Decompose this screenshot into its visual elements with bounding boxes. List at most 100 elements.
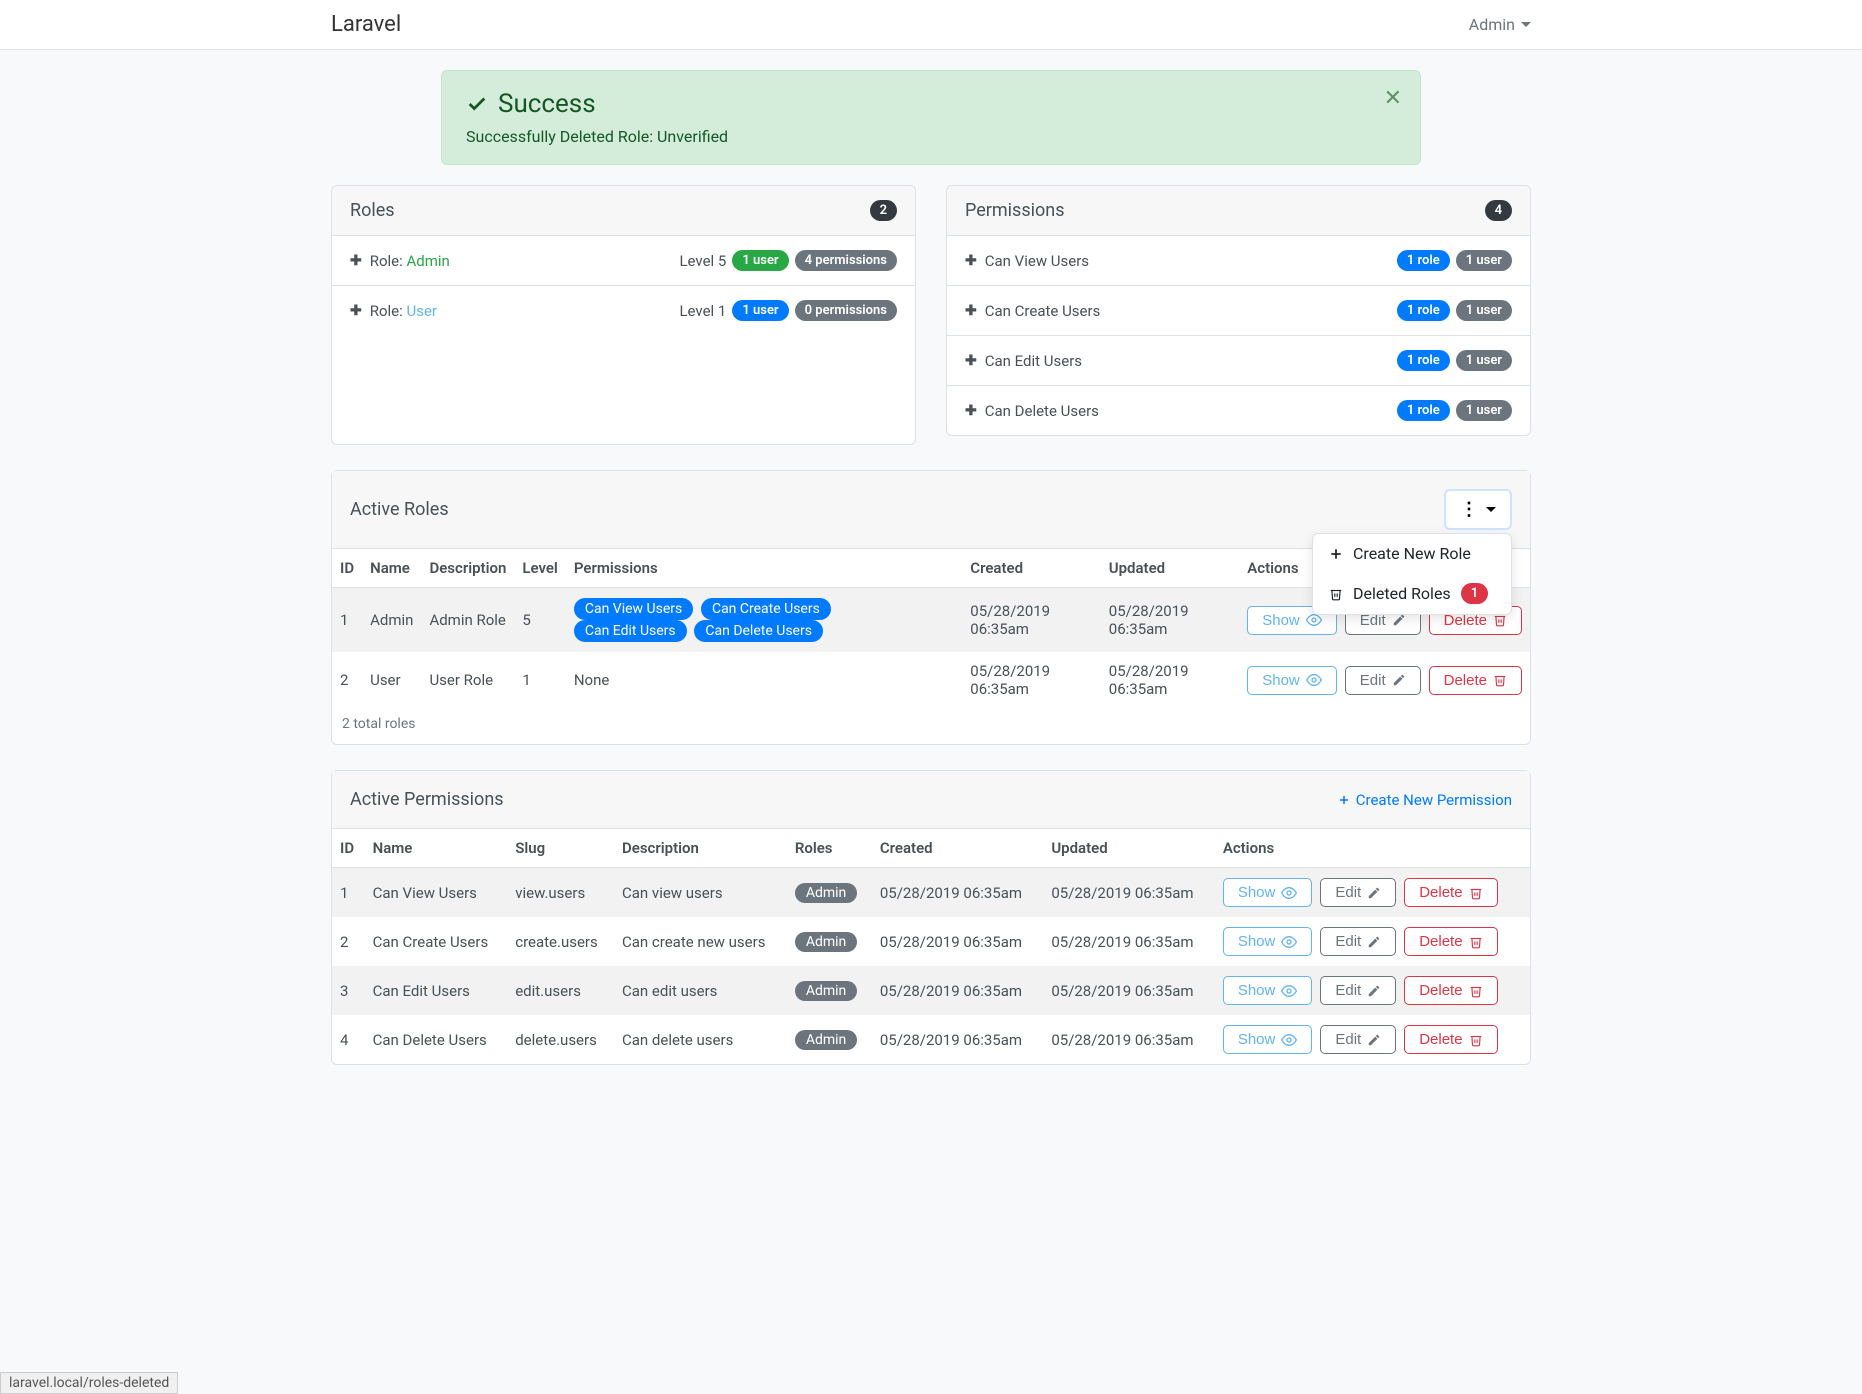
column-header: Updated bbox=[1043, 829, 1214, 868]
cell-role: Admin bbox=[787, 966, 872, 1015]
deleted-roles-label: Deleted Roles bbox=[1353, 584, 1451, 603]
cell-created: 05/28/2019 06:35am bbox=[872, 966, 1043, 1015]
delete-button[interactable]: Delete bbox=[1404, 1025, 1497, 1054]
deleted-roles-count: 1 bbox=[1461, 583, 1488, 604]
roles-dropdown-menu: Create New Role Deleted Roles 1 bbox=[1312, 533, 1512, 615]
cell-perms: None bbox=[566, 652, 962, 708]
role-pill[interactable]: Admin bbox=[795, 883, 857, 903]
cell-name: Can Create Users bbox=[365, 917, 508, 966]
kebab-icon bbox=[1460, 499, 1478, 520]
create-role-label: Create New Role bbox=[1353, 544, 1471, 563]
role-pill[interactable]: Admin bbox=[795, 981, 857, 1001]
cell-id: 2 bbox=[332, 652, 362, 708]
cell-id: 1 bbox=[332, 868, 365, 918]
active-roles-section: Active Roles Create New Role Deleted Rol… bbox=[331, 470, 1531, 745]
edit-button[interactable]: Edit bbox=[1320, 976, 1396, 1005]
create-permission-label: Create New Permission bbox=[1356, 791, 1512, 809]
delete-button[interactable]: Delete bbox=[1404, 976, 1497, 1005]
permission-pill[interactable]: Can Edit Users bbox=[574, 620, 687, 642]
delete-button[interactable]: Delete bbox=[1404, 878, 1497, 907]
edit-button[interactable]: Edit bbox=[1345, 666, 1421, 695]
roles-card-title: Roles bbox=[350, 200, 395, 221]
roles-actions-menu-button[interactable] bbox=[1444, 489, 1512, 530]
permissions-card-title: Permissions bbox=[965, 200, 1065, 221]
eye-icon bbox=[1281, 983, 1297, 999]
eye-icon bbox=[1306, 672, 1322, 688]
column-header: Created bbox=[962, 549, 1100, 588]
cell-name: Can View Users bbox=[365, 868, 508, 918]
cell-created: 05/28/2019 06:35am bbox=[962, 652, 1100, 708]
create-new-role-item[interactable]: Create New Role bbox=[1313, 534, 1511, 573]
perm-roles-badge: 1 role bbox=[1397, 250, 1450, 271]
show-button[interactable]: Show bbox=[1223, 976, 1313, 1005]
column-header: Name bbox=[362, 549, 421, 588]
show-button[interactable]: Show bbox=[1247, 666, 1337, 695]
cell-slug: edit.users bbox=[507, 966, 614, 1015]
roles-footer: 2 total roles bbox=[332, 708, 1530, 744]
active-permissions-title: Active Permissions bbox=[350, 789, 504, 810]
roles-count-badge: 2 bbox=[870, 200, 897, 221]
trash-icon bbox=[1493, 673, 1507, 687]
plus-icon: ✚ bbox=[965, 253, 977, 269]
cell-updated: 05/28/2019 06:35am bbox=[1043, 966, 1214, 1015]
alert-close-button[interactable]: ✕ bbox=[1384, 85, 1402, 111]
permission-list-item[interactable]: ✚Can Edit Users 1 role 1 user bbox=[947, 336, 1530, 386]
permission-pill[interactable]: Can Delete Users bbox=[694, 620, 823, 642]
table-row: 3 Can Edit Users edit.users Can edit use… bbox=[332, 966, 1530, 1015]
column-header: Name bbox=[365, 829, 508, 868]
permission-list-item[interactable]: ✚Can View Users 1 role 1 user bbox=[947, 236, 1530, 286]
permission-list-item[interactable]: ✚Can Delete Users 1 role 1 user bbox=[947, 386, 1530, 435]
role-label: Role: Admin bbox=[370, 252, 450, 270]
edit-button[interactable]: Edit bbox=[1320, 878, 1396, 907]
table-row: 1 Can View Users view.users Can view use… bbox=[332, 868, 1530, 918]
cell-desc: Can create new users bbox=[614, 917, 787, 966]
cell-slug: view.users bbox=[507, 868, 614, 918]
column-header: ID bbox=[332, 549, 362, 588]
trash-icon bbox=[1469, 984, 1483, 998]
column-header: ID bbox=[332, 829, 365, 868]
cell-name: Admin bbox=[362, 588, 421, 653]
cell-id: 1 bbox=[332, 588, 362, 653]
deleted-roles-item[interactable]: Deleted Roles 1 bbox=[1313, 573, 1511, 614]
active-permissions-table: IDNameSlugDescriptionRolesCreatedUpdated… bbox=[332, 829, 1530, 1064]
delete-button[interactable]: Delete bbox=[1429, 666, 1522, 695]
table-row: 2 User User Role 1 None 05/28/2019 06:35… bbox=[332, 652, 1530, 708]
brand[interactable]: Laravel bbox=[331, 12, 401, 37]
delete-button[interactable]: Delete bbox=[1404, 927, 1497, 956]
trash-icon bbox=[1469, 935, 1483, 949]
role-list-item[interactable]: ✚Role: Admin Level 5 1 user 4 permission… bbox=[332, 236, 915, 286]
role-pill[interactable]: Admin bbox=[795, 1030, 857, 1050]
show-button[interactable]: Show bbox=[1223, 927, 1313, 956]
create-permission-link[interactable]: Create New Permission bbox=[1338, 791, 1512, 809]
role-list-item[interactable]: ✚Role: User Level 1 1 user 0 permissions bbox=[332, 286, 915, 335]
permission-name: Can View Users bbox=[985, 252, 1089, 270]
user-menu[interactable]: Admin bbox=[1469, 15, 1531, 34]
column-header: Description bbox=[421, 549, 514, 588]
cell-name: Can Delete Users bbox=[365, 1015, 508, 1064]
edit-button[interactable]: Edit bbox=[1320, 1025, 1396, 1054]
plus-icon: ✚ bbox=[965, 403, 977, 419]
plus-icon bbox=[1329, 547, 1343, 561]
table-row: 4 Can Delete Users delete.users Can dele… bbox=[332, 1015, 1530, 1064]
perm-users-badge: 1 user bbox=[1456, 400, 1512, 421]
cell-level: 5 bbox=[514, 588, 565, 653]
edit-button[interactable]: Edit bbox=[1320, 927, 1396, 956]
cell-id: 3 bbox=[332, 966, 365, 1015]
perm-roles-badge: 1 role bbox=[1397, 350, 1450, 371]
cell-created: 05/28/2019 06:35am bbox=[872, 917, 1043, 966]
show-button[interactable]: Show bbox=[1223, 878, 1313, 907]
permission-pill[interactable]: Can View Users bbox=[574, 598, 693, 620]
caret-down-icon bbox=[1521, 22, 1531, 27]
show-button[interactable]: Show bbox=[1223, 1025, 1313, 1054]
cell-desc: Can delete users bbox=[614, 1015, 787, 1064]
perm-roles-badge: 1 role bbox=[1397, 300, 1450, 321]
plus-icon: ✚ bbox=[350, 253, 362, 269]
role-pill[interactable]: Admin bbox=[795, 932, 857, 952]
perm-roles-badge: 1 role bbox=[1397, 400, 1450, 421]
permission-list-item[interactable]: ✚Can Create Users 1 role 1 user bbox=[947, 286, 1530, 336]
permission-pill[interactable]: Can Create Users bbox=[701, 598, 831, 620]
alert-title-text: Success bbox=[498, 89, 596, 119]
column-header: Roles bbox=[787, 829, 872, 868]
cell-role: Admin bbox=[787, 1015, 872, 1064]
cell-perms: Can View Users Can Create Users Can Edit… bbox=[566, 588, 962, 653]
